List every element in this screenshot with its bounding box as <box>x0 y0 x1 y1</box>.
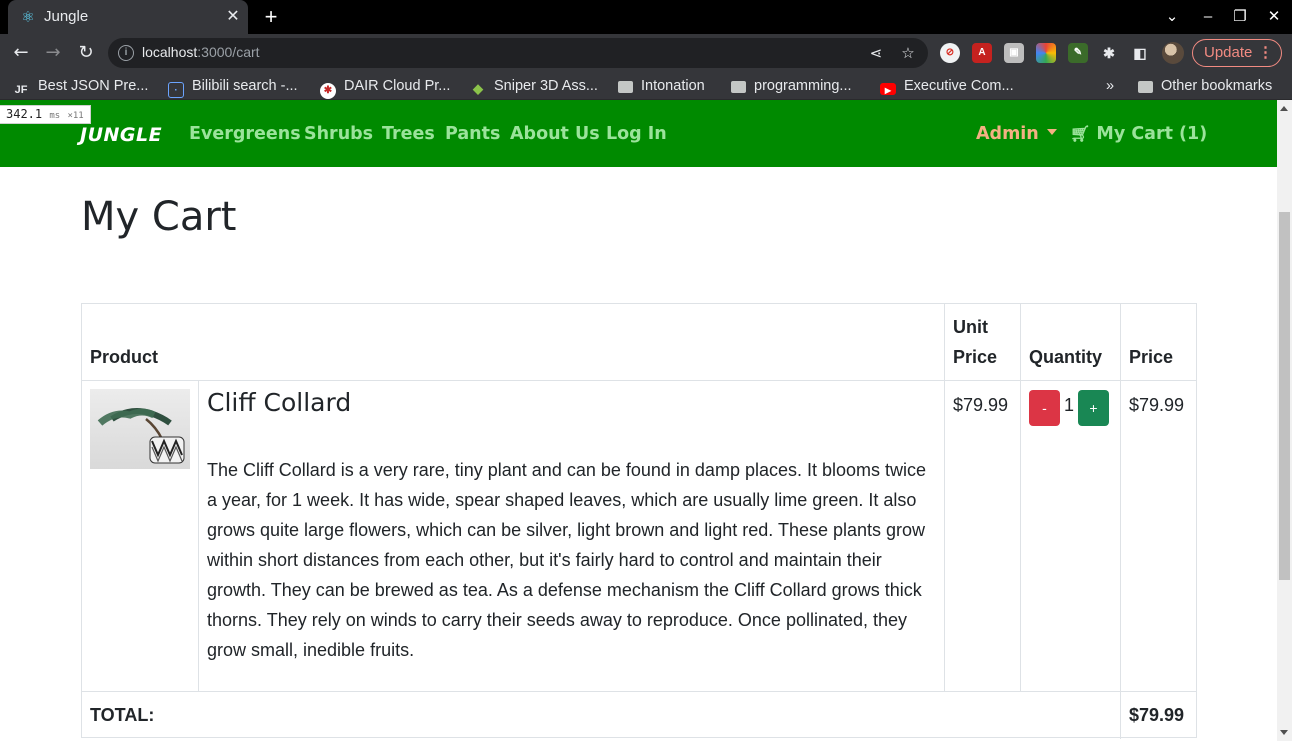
address-bar[interactable]: i localhost:3000/cart ⋖ ☆ <box>108 38 928 68</box>
share-icon[interactable]: ⋖ <box>866 43 886 63</box>
nav-link-log-in[interactable]: Log In <box>606 124 667 144</box>
total-label: TOTAL: <box>90 705 155 725</box>
update-button[interactable]: Update ⋮ <box>1192 39 1282 67</box>
json-icon: JF <box>14 84 28 96</box>
bookmarks-bar: JF Best JSON Pre... · Bilibili search -...… <box>0 72 1292 100</box>
admin-dropdown[interactable]: Admin <box>976 124 1057 144</box>
tab-search-chevron-icon[interactable]: ⌄ <box>1160 6 1184 28</box>
other-bookmarks[interactable]: Other bookmarks <box>1138 76 1272 96</box>
cart-table: Product Unit Price Quantity Price Cliff … <box>81 303 1197 739</box>
nav-link-evergreens[interactable]: Evergreens <box>189 124 301 144</box>
close-tab-icon[interactable]: ✕ <box>224 8 242 26</box>
nav-link-about-us[interactable]: About Us <box>510 124 600 144</box>
color-picker-extension-icon[interactable] <box>1036 43 1056 63</box>
extensions-puzzle-icon[interactable]: ✱ <box>1099 43 1119 63</box>
line-price: $79.99 <box>1129 395 1185 415</box>
android-icon: ◆ <box>473 81 483 96</box>
profile-avatar[interactable] <box>1162 42 1184 64</box>
unit-price: $79.99 <box>953 395 1009 415</box>
react-favicon-icon: ⚛ <box>21 8 35 26</box>
url-text: localhost:3000/cart <box>142 44 260 60</box>
shopping-cart-icon: 🛒︎ <box>1070 124 1091 143</box>
bookmark-item[interactable]: ✱ DAIR Cloud Pr... <box>320 76 450 99</box>
bookmarks-overflow-icon[interactable]: » <box>1106 76 1114 96</box>
reload-icon[interactable]: ↻ <box>73 40 99 66</box>
bookmark-item[interactable]: programming... <box>731 76 852 96</box>
site-info-icon[interactable]: i <box>118 45 134 61</box>
new-tab-icon[interactable]: + <box>260 6 282 28</box>
header-product: Product <box>90 347 159 367</box>
bookmark-item[interactable]: JF Best JSON Pre... <box>12 76 149 96</box>
table-row: Cliff Collard The Cliff Collard is a ver… <box>82 381 1196 691</box>
forward-icon[interactable]: → <box>40 40 66 66</box>
site-navbar: JUNGLE Evergreens Shrubs Trees Pants Abo… <box>0 100 1277 167</box>
folder-icon <box>731 81 746 93</box>
scroll-down-icon[interactable] <box>1280 730 1288 735</box>
bookmark-item[interactable]: Intonation <box>618 76 705 96</box>
scrollbar-thumb[interactable] <box>1279 212 1290 580</box>
cube-extension-icon[interactable]: ▣ <box>1004 43 1024 63</box>
bonsai-image <box>97 408 185 464</box>
header-quantity: Quantity <box>1029 347 1103 367</box>
decrease-quantity-button[interactable]: - <box>1029 390 1060 426</box>
more-menu-icon[interactable]: ⋮ <box>1258 40 1273 66</box>
quantity-value: 1 <box>1064 395 1075 415</box>
minimize-icon[interactable]: – <box>1196 6 1220 28</box>
page-viewport: JUNGLE Evergreens Shrubs Trees Pants Abo… <box>0 100 1277 741</box>
caret-down-icon <box>1046 129 1057 135</box>
restore-icon[interactable]: ❐ <box>1228 6 1252 28</box>
dair-icon: ✱ <box>320 83 336 99</box>
table-row-divider <box>82 691 1196 692</box>
total-value: $79.99 <box>1129 705 1185 725</box>
folder-icon <box>1138 81 1153 93</box>
product-name: Cliff Collard <box>207 388 352 417</box>
product-image[interactable] <box>90 389 190 469</box>
adblock-icon[interactable]: A <box>972 43 992 63</box>
nav-link-shrubs[interactable]: Shrubs <box>304 124 373 144</box>
my-cart-link[interactable]: 🛒︎ My Cart (1) <box>1070 124 1207 144</box>
nav-link-trees[interactable]: Trees <box>382 124 435 144</box>
bookmark-star-icon[interactable]: ☆ <box>898 43 918 63</box>
perf-overlay: 342.1 ms ×11 <box>0 105 91 124</box>
close-window-icon[interactable]: ✕ <box>1262 6 1286 28</box>
bookmark-item[interactable]: · Bilibili search -... <box>168 76 298 98</box>
side-panel-icon[interactable]: ◧ <box>1130 43 1150 63</box>
page-scrollbar[interactable] <box>1277 100 1292 741</box>
bilibili-icon: · <box>168 82 184 98</box>
bookmark-item[interactable]: ◆ Sniper 3D Ass... <box>470 76 598 96</box>
nav-link-pants[interactable]: Pants <box>445 124 500 144</box>
extension-block-icon[interactable]: ⊘ <box>940 43 960 63</box>
scroll-up-icon[interactable] <box>1280 106 1288 111</box>
increase-quantity-button[interactable]: + <box>1078 390 1109 426</box>
header-unit-price-line1: Unit <box>953 317 988 337</box>
browser-toolbar: ← → ↻ i localhost:3000/cart ⋖ ☆ ⊘ A ▣ ✎ … <box>0 34 1292 72</box>
youtube-icon: ▶ <box>880 83 896 95</box>
bookmark-item[interactable]: ▶ Executive Com... <box>880 76 1014 96</box>
brand-logo[interactable]: JUNGLE <box>80 124 162 146</box>
browser-tab[interactable]: ⚛ Jungle ✕ <box>8 0 248 34</box>
product-description: The Cliff Collard is a very rare, tiny p… <box>207 460 927 660</box>
pen-extension-icon[interactable]: ✎ <box>1068 43 1088 63</box>
back-icon[interactable]: ← <box>8 40 34 66</box>
header-unit-price-line2: Price <box>953 347 998 367</box>
header-price: Price <box>1129 347 1174 367</box>
folder-icon <box>618 81 633 93</box>
browser-tab-bar: ⚛ Jungle ✕ + ⌄ – ❐ ✕ <box>0 0 1292 34</box>
page-title: My Cart <box>81 194 237 240</box>
tab-title: Jungle <box>44 8 89 25</box>
